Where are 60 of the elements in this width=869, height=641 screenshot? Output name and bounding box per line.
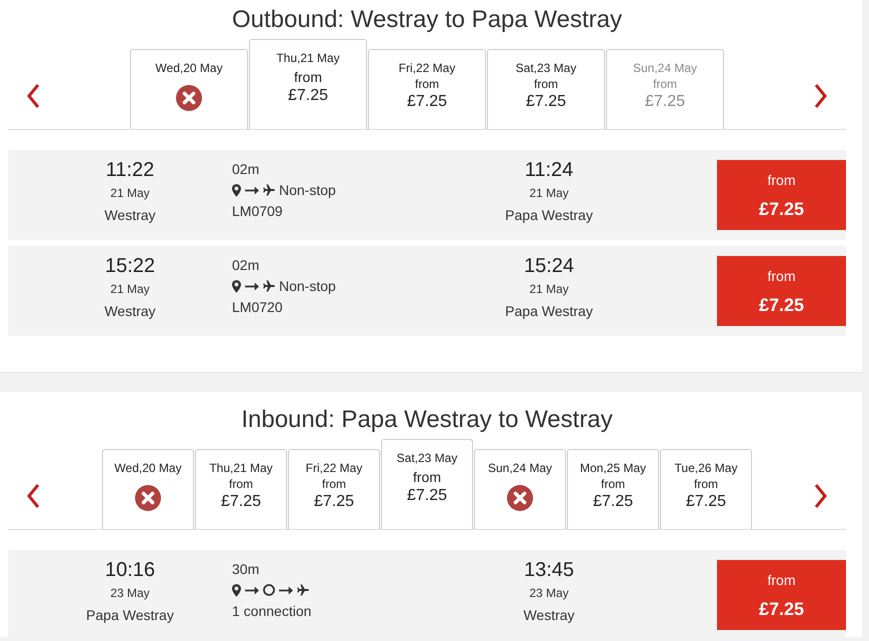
map-pin-icon [232, 584, 241, 596]
departure-time: 10:16 [104, 558, 156, 582]
select-fare-button[interactable]: from £7.25 [717, 256, 846, 326]
arrival-airport: Westray [523, 606, 575, 625]
stops-label: 1 connection [232, 602, 312, 621]
stops-label: Non-stop [279, 277, 336, 296]
plane-icon [263, 184, 275, 196]
departure-date: 21 May [110, 185, 150, 202]
arrival-time: 11:24 [524, 158, 574, 182]
departure-date: 23 May [110, 585, 150, 602]
select-fare-button[interactable]: from £7.25 [717, 560, 846, 630]
chevron-right-icon [814, 483, 828, 509]
date-tab[interactable]: Thu,21 May from £7.25 [249, 39, 367, 129]
date-tab[interactable]: Mon,25 May from £7.25 [567, 449, 659, 529]
date-tab[interactable]: Fri,22 May from £7.25 [288, 449, 380, 529]
cross-circle-icon [507, 485, 533, 511]
select-fare-button[interactable]: from £7.25 [717, 160, 846, 230]
arrival-date: 21 May [529, 185, 569, 202]
date-tab[interactable]: Fri,22 May from £7.25 [368, 49, 486, 129]
date-tab[interactable]: Wed,20 May [102, 449, 194, 529]
flight-number: LM0709 [232, 202, 283, 221]
departure-time: 15:22 [104, 254, 156, 278]
arrival-airport: Papa Westray [505, 206, 593, 225]
departure-time: 11:22 [106, 158, 154, 182]
departure-airport: Westray [104, 302, 156, 321]
section-title: Inbound: Papa Westray to Westray [240, 405, 614, 435]
arrow-right-icon [245, 586, 259, 594]
arrow-right-icon [279, 586, 293, 594]
departure-date: 21 May [110, 281, 150, 298]
arrival-date: 23 May [529, 585, 569, 602]
departure-airport: Papa Westray [86, 606, 174, 625]
date-tab[interactable]: Sat,23 May from £7.25 [487, 49, 605, 129]
circle-icon [263, 584, 275, 596]
date-tab[interactable]: Sun,24 May [474, 449, 566, 529]
duration: 02m [232, 256, 260, 275]
map-pin-icon [232, 280, 241, 292]
duration: 02m [232, 160, 260, 179]
arrival-time: 13:45 [524, 558, 574, 582]
arrow-right-icon [245, 282, 259, 290]
date-tab[interactable]: Wed,20 May [130, 49, 248, 129]
chevron-left-icon [26, 483, 40, 509]
date-tab[interactable]: Thu,21 May from £7.25 [195, 449, 287, 529]
arrival-airport: Papa Westray [505, 302, 593, 321]
chevron-left-icon [26, 83, 40, 109]
arrival-date: 21 May [529, 281, 569, 298]
cross-circle-icon [176, 85, 202, 111]
date-tab[interactable]: Sat,23 May from £7.25 [381, 439, 473, 529]
cross-circle-icon [135, 485, 161, 511]
stops-label: Non-stop [279, 181, 336, 200]
departure-airport: Westray [104, 206, 156, 225]
duration: 30m [232, 560, 260, 579]
map-pin-icon [232, 184, 241, 196]
plane-icon [263, 280, 275, 292]
flight-number: LM0720 [232, 298, 283, 317]
chevron-right-icon [814, 83, 828, 109]
date-tab[interactable]: Tue,26 May from £7.25 [660, 449, 752, 529]
arrow-right-icon [245, 186, 259, 194]
section-title: Outbound: Westray to Papa Westray [231, 5, 623, 35]
arrival-time: 15:24 [524, 254, 574, 278]
plane-icon [297, 584, 309, 596]
